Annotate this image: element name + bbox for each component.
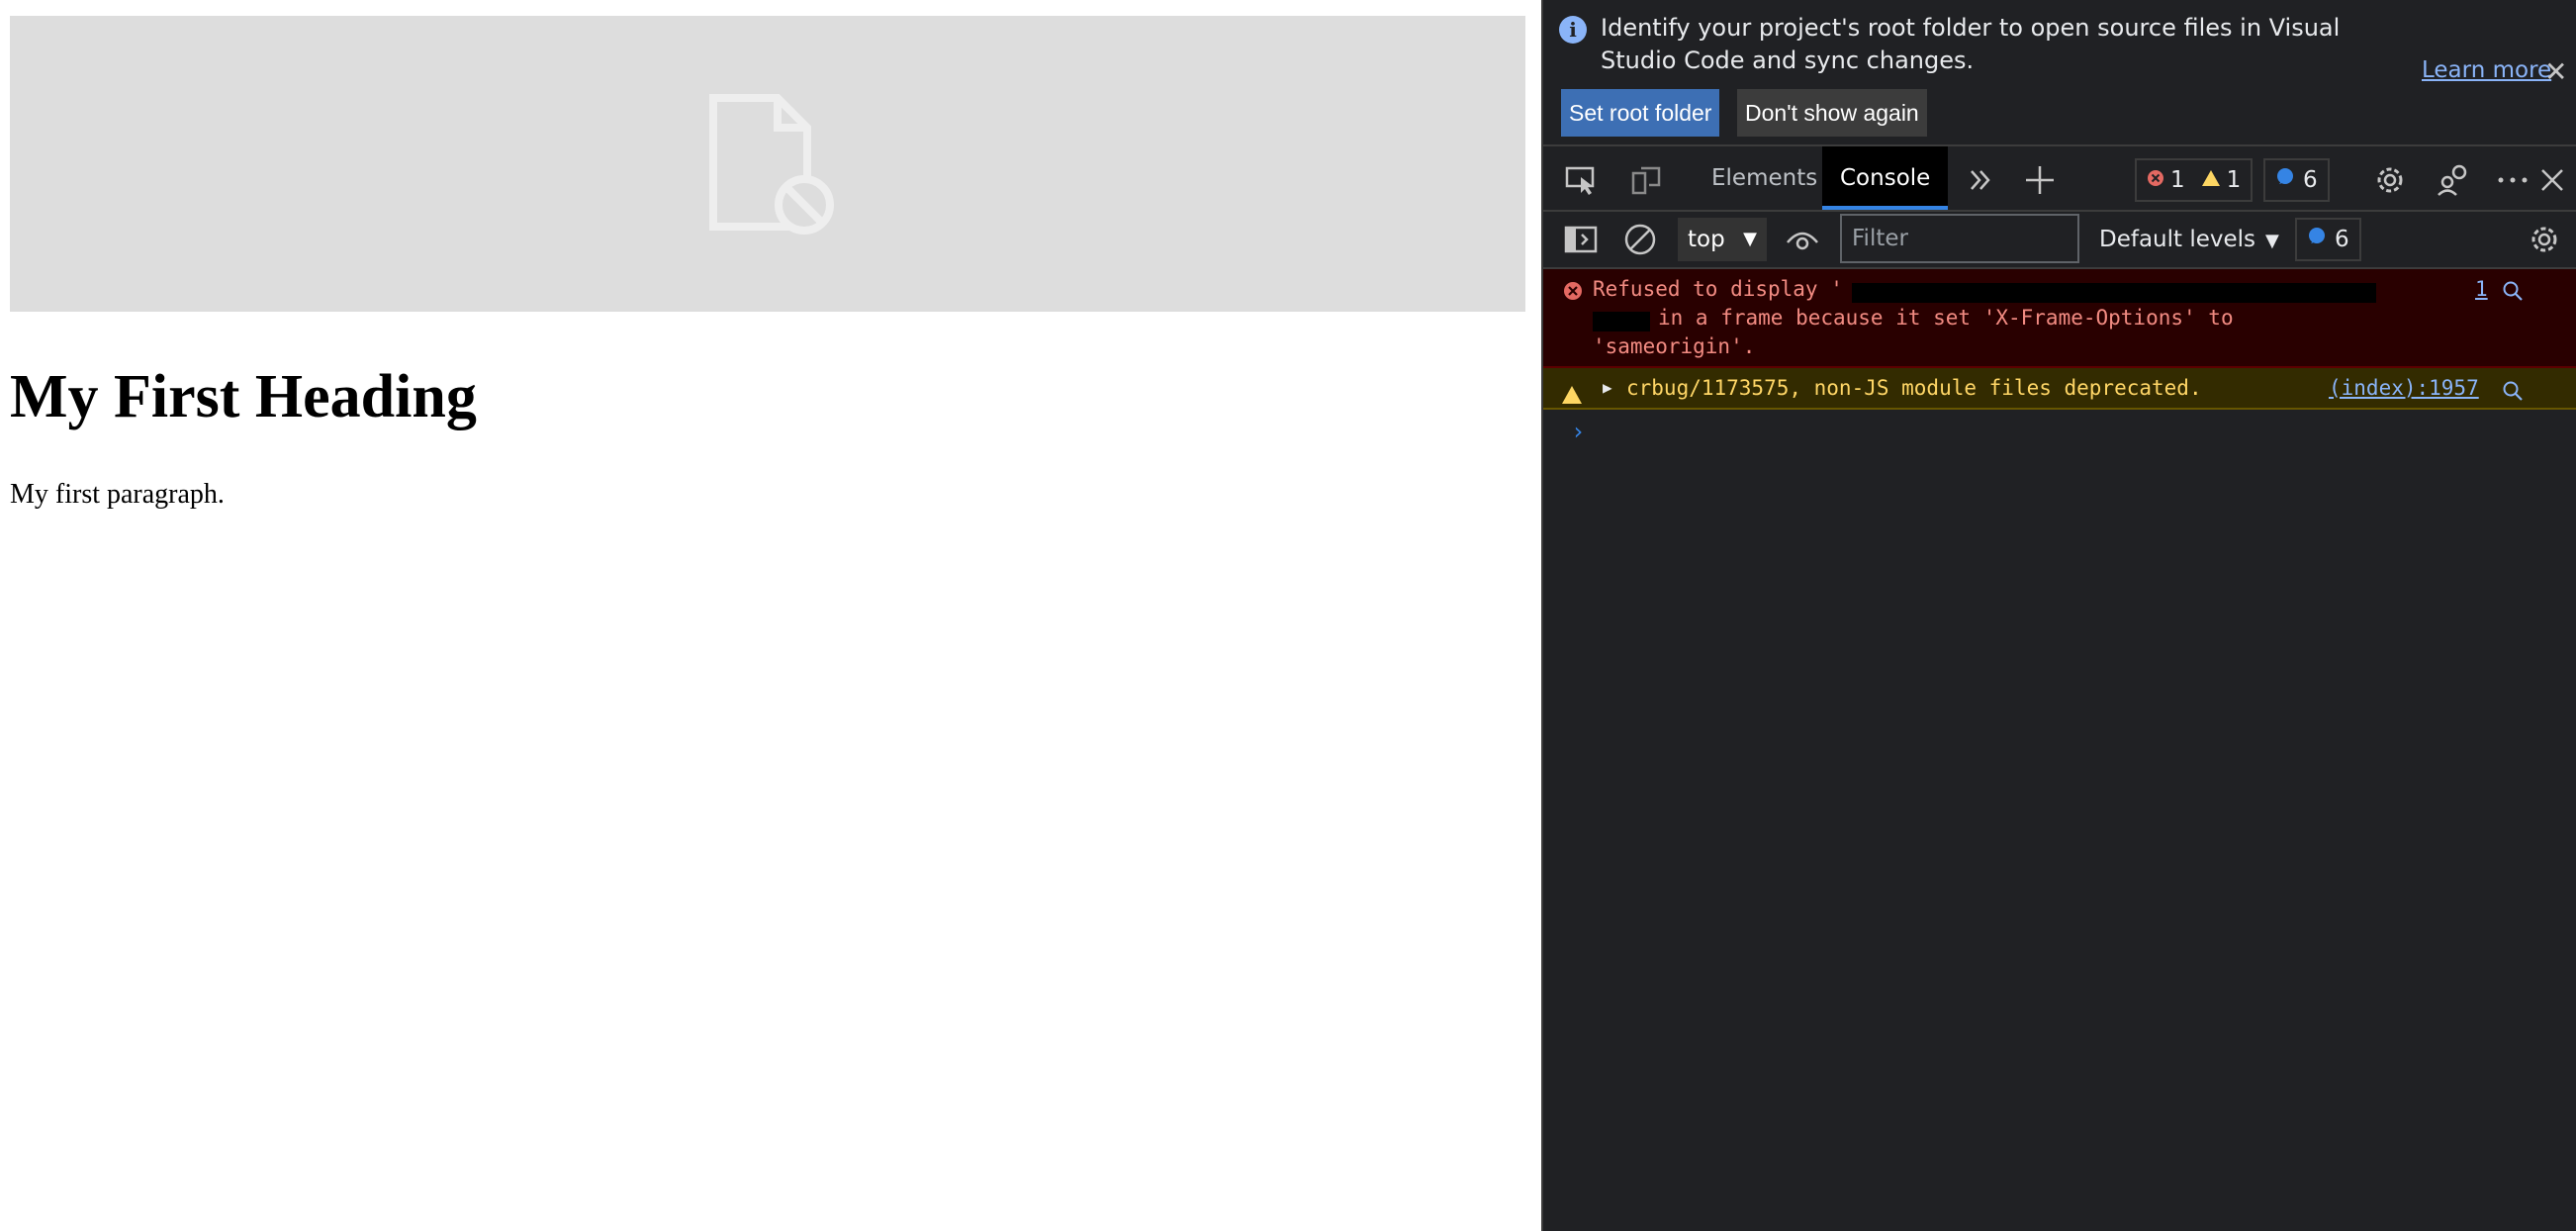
console-error-row[interactable]: Refused to display ' in a frame because … xyxy=(1543,269,2576,368)
chevron-down-icon: ▼ xyxy=(2265,231,2279,251)
warning-count: 1 xyxy=(2226,167,2242,193)
console-prompt-chevron-icon[interactable]: › xyxy=(1571,418,1585,445)
blocked-frame xyxy=(10,16,1525,312)
warning-icon xyxy=(1561,378,1583,418)
expand-arrow-icon[interactable]: ▶ xyxy=(1603,368,1612,408)
warning-icon xyxy=(2201,167,2221,193)
infobar-message: Identify your project's root folder to o… xyxy=(1601,14,2341,74)
filter-input[interactable] xyxy=(1840,214,2079,263)
tab-elements[interactable]: Elements xyxy=(1694,146,1835,210)
clear-console-icon[interactable] xyxy=(1620,220,1660,259)
more-options-icon[interactable] xyxy=(2493,160,2532,200)
devtools-panel: i Identify your project's root folder to… xyxy=(1541,0,2576,1231)
live-expression-eye-icon[interactable] xyxy=(1783,220,1822,259)
page-paragraph: My first paragraph. xyxy=(10,479,225,510)
more-tabs-icon[interactable] xyxy=(1961,160,2000,200)
toolbar-message-count[interactable]: 6 xyxy=(2295,218,2361,261)
error-icon xyxy=(1563,281,1583,306)
settings-gear-icon[interactable] xyxy=(2370,160,2410,200)
message-count-badge[interactable]: 6 xyxy=(2263,158,2330,202)
infobar-close-icon[interactable]: ✕ xyxy=(2544,55,2567,88)
toolbar-message-count-value: 6 xyxy=(2335,227,2349,252)
console-warning-row[interactable]: ▶ crbug/1173575, non-JS module files dep… xyxy=(1543,368,2576,410)
console-messages: Refused to display ' in a frame because … xyxy=(1543,269,2576,445)
error-text-line-3: 'sameorigin'. xyxy=(1593,334,1756,358)
issue-counts[interactable]: 1 1 xyxy=(2135,158,2254,202)
device-emulation-icon[interactable] xyxy=(1626,160,1666,200)
page-viewport: My First Heading My first paragraph. xyxy=(0,0,1541,1231)
console-toolbar: top ▼ Default levels ▼ 6 xyxy=(1543,212,2576,269)
search-icon[interactable] xyxy=(2501,376,2525,416)
redacted-url-continued xyxy=(1593,312,1650,331)
set-root-folder-button[interactable]: Set root folder xyxy=(1561,89,1720,137)
message-icon xyxy=(2307,227,2327,252)
redacted-url xyxy=(1852,283,2376,303)
warning-text: crbug/1173575, non-JS module files depre… xyxy=(1626,376,2202,400)
error-source-link[interactable]: 1 xyxy=(2475,275,2488,304)
close-devtools-icon[interactable] xyxy=(2532,160,2572,200)
error-icon xyxy=(2147,167,2164,193)
context-value: top xyxy=(1688,227,1725,252)
feedback-people-icon[interactable] xyxy=(2434,160,2473,200)
error-count: 1 xyxy=(2170,167,2185,193)
log-levels-label: Default levels xyxy=(2099,227,2256,252)
sidebar-toggle-icon[interactable] xyxy=(1561,220,1601,259)
page-heading: My First Heading xyxy=(10,363,477,430)
error-text-line-2: in a frame because it set 'X-Frame-Optio… xyxy=(1658,306,2234,330)
blocked-document-icon xyxy=(693,88,842,240)
message-count: 6 xyxy=(2303,167,2318,193)
devtools-tabbar: Elements Console 1 1 6 xyxy=(1543,144,2576,212)
tab-console[interactable]: Console xyxy=(1822,146,1949,210)
log-levels-dropdown[interactable]: Default levels ▼ xyxy=(2099,218,2279,261)
error-text-line-1: Refused to display ' xyxy=(1593,277,1843,301)
dont-show-again-button[interactable]: Don't show again xyxy=(1737,89,1927,137)
root-folder-infobar: i Identify your project's root folder to… xyxy=(1543,0,2576,142)
search-icon[interactable] xyxy=(2501,279,2525,308)
add-tab-icon[interactable] xyxy=(2020,160,2060,200)
message-icon xyxy=(2275,167,2295,193)
learn-more-link[interactable]: Learn more xyxy=(2422,57,2551,83)
console-settings-gear-icon[interactable] xyxy=(2525,220,2564,259)
warning-source-link[interactable]: (index):1957 xyxy=(2329,368,2479,408)
info-icon: i xyxy=(1559,16,1587,44)
context-select[interactable]: top ▼ xyxy=(1678,218,1767,261)
chevron-down-icon: ▼ xyxy=(1743,229,1757,249)
inspect-element-icon[interactable] xyxy=(1561,160,1601,200)
